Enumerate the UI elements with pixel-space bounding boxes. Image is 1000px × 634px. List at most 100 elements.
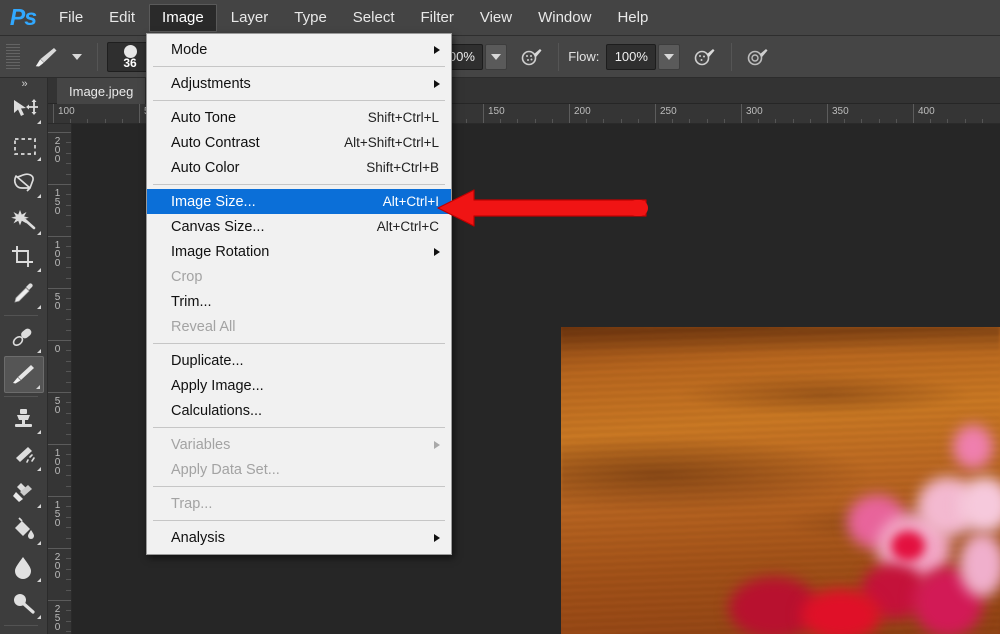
menu-edit[interactable]: Edit [97,4,147,32]
document-tab[interactable]: Image.jpeg [57,78,147,104]
pen-tool[interactable] [4,629,44,634]
menu-item-trim[interactable]: Trim... [147,289,451,314]
ruler-minor-tick [775,119,777,123]
crop-tool[interactable] [4,238,44,275]
menu-item-auto-tone[interactable]: Auto Tone Shift+Ctrl+L [147,105,451,130]
ruler-major-tick [139,104,140,123]
ruler-minor-tick [66,329,71,331]
ruler-minor-tick [66,610,71,612]
flow-control[interactable]: Flow: 100% [568,43,681,70]
ruler-minor-tick [66,454,71,456]
menu-window[interactable]: Window [526,4,603,32]
lasso-tool[interactable] [4,164,44,201]
ruler-minor-tick [517,119,519,123]
menu-item-mode[interactable]: Mode [147,37,451,62]
menu-item-auto-contrast[interactable]: Auto Contrast Alt+Shift+Ctrl+L [147,130,451,155]
tools-panel-collapse-icon[interactable]: » [0,78,48,90]
brush-preset-chevron-icon[interactable] [66,53,88,60]
move-tool[interactable] [4,90,44,127]
marquee-tool[interactable] [4,127,44,164]
menu-item-variables: Variables [147,432,451,457]
paint-bucket-tool[interactable] [4,511,44,548]
ruler-label: 100 [58,106,75,117]
blur-tool[interactable] [4,548,44,585]
ruler-label: 100 [52,448,63,475]
ruler-minor-tick [66,246,71,248]
menu-item-label: Canvas Size... [171,218,265,235]
ruler-minor-tick [66,256,71,258]
tool-divider [3,315,38,316]
ruler-label: 150 [52,188,63,215]
crop-icon [11,246,33,267]
history-brush-tool[interactable] [4,437,44,474]
menu-label: Image [162,9,204,26]
menu-layer[interactable]: Layer [219,4,281,32]
blossom-10 [959,533,1000,597]
eyedropper-tool[interactable] [4,275,44,312]
ruler-minor-tick [465,119,467,123]
menu-separator [153,520,445,521]
brush-icon[interactable] [26,45,66,69]
ruler-minor-tick [981,119,983,123]
menu-separator [153,427,445,428]
ruler-major-tick [48,340,71,341]
menu-item-calculations[interactable]: Calculations... [147,398,451,423]
opacity-pressure-icon[interactable] [515,42,549,72]
healing-brush-icon [12,328,31,346]
menu-label: File [59,9,84,26]
ruler-major-tick [741,104,742,123]
menu-item-canvas-size[interactable]: Canvas Size... Alt+Ctrl+C [147,214,451,239]
image-menu-dropdown[interactable]: Mode Adjustments Auto Tone Shift+Ctrl+L Auto… [146,33,452,555]
marquee-icon [13,138,36,155]
menu-item-label: Adjustments [171,75,251,92]
menu-item-shortcut: Alt+Ctrl+C [376,219,439,234]
ruler-major-tick [48,392,71,393]
menu-select[interactable]: Select [341,4,407,32]
menu-item-adjustments[interactable]: Adjustments [147,71,451,96]
ruler-minor-tick [66,402,71,404]
ruler-major-tick [655,104,656,123]
flow-input[interactable]: 100% [606,43,657,70]
options-divider-4 [558,42,560,71]
blossom-11 [891,531,925,561]
menu-filter[interactable]: Filter [409,4,466,32]
ruler-minor-tick [66,204,71,206]
menu-item-image-size[interactable]: Image Size... Alt+Ctrl+I [147,189,451,214]
submenu-chevron-icon [434,440,440,449]
ruler-label: 300 [746,106,763,117]
clone-stamp-tool[interactable] [4,400,44,437]
menu-item-label: Trap... [171,495,213,512]
tablet-pressure-icon[interactable] [741,42,775,72]
ruler-minor-tick [66,298,71,300]
magic-wand-tool[interactable] [4,201,44,238]
options-bar-grip[interactable] [6,43,20,70]
healing-brush-tool[interactable] [4,319,44,356]
menu-item-label: Calculations... [171,402,263,419]
brush-tool[interactable] [3,356,44,393]
flow-dropdown-button[interactable] [658,43,681,70]
menu-image[interactable]: Image [149,3,217,32]
menu-item-auto-color[interactable]: Auto Color Shift+Ctrl+B [147,155,451,180]
ruler-minor-tick [70,119,72,123]
menu-help[interactable]: Help [605,4,660,32]
airbrush-icon[interactable] [688,42,722,72]
tools-panel: » [0,78,48,634]
menu-type[interactable]: Type [282,4,339,32]
menu-view[interactable]: View [468,4,524,32]
menu-item-duplicate[interactable]: Duplicate... [147,348,451,373]
menu-file[interactable]: File [47,4,95,32]
menu-item-image-rotation[interactable]: Image Rotation [147,239,451,264]
menu-label: Window [538,9,592,26]
brush-icon [12,365,34,384]
menu-item-apply-image[interactable]: Apply Image... [147,373,451,398]
ruler-minor-tick [672,119,674,123]
ruler-minor-tick [104,119,106,123]
opacity-dropdown-button[interactable] [485,43,508,70]
eraser-tool[interactable] [4,474,44,511]
ruler-minor-tick [637,119,639,123]
dodge-tool[interactable] [4,585,44,622]
ruler-label: 400 [918,106,935,117]
menu-item-analysis[interactable]: Analysis [147,525,451,550]
ruler-minor-tick [586,119,588,123]
menu-separator [153,66,445,67]
